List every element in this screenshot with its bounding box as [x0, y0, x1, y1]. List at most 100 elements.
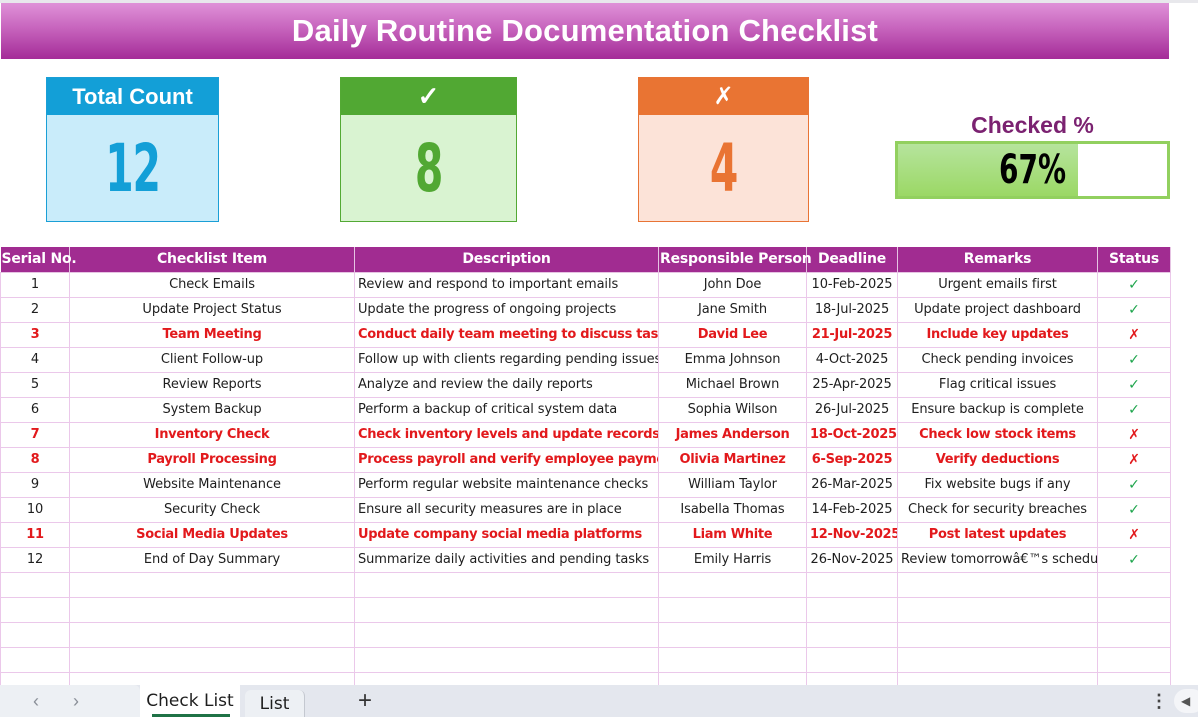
- empty-cell[interactable]: [658, 596, 807, 623]
- cell-item[interactable]: Team Meeting: [69, 321, 355, 348]
- cell-serial[interactable]: 12: [0, 546, 70, 573]
- cell-person[interactable]: Michael Brown: [658, 371, 807, 398]
- cell-item[interactable]: Website Maintenance: [69, 471, 355, 498]
- cell-serial[interactable]: 4: [0, 346, 70, 373]
- prev-sheet-icon[interactable]: ‹: [26, 691, 46, 711]
- cell-item[interactable]: Inventory Check: [69, 421, 355, 448]
- column-header-item[interactable]: Checklist Item: [69, 247, 355, 273]
- cell-serial[interactable]: 9: [0, 471, 70, 498]
- cross-status-icon[interactable]: ✗: [1097, 321, 1171, 348]
- empty-cell[interactable]: [1097, 596, 1171, 623]
- cell-deadline[interactable]: 21-Jul-2025: [806, 321, 898, 348]
- empty-cell[interactable]: [354, 571, 659, 598]
- cell-item[interactable]: Security Check: [69, 496, 355, 523]
- cross-status-icon[interactable]: ✗: [1097, 421, 1171, 448]
- cell-person[interactable]: William Taylor: [658, 471, 807, 498]
- check-status-icon[interactable]: ✓: [1097, 271, 1171, 298]
- check-status-icon[interactable]: ✓: [1097, 296, 1171, 323]
- cell-description[interactable]: Check inventory levels and update record…: [354, 421, 659, 448]
- empty-cell[interactable]: [658, 621, 807, 648]
- column-header-deadline[interactable]: Deadline: [806, 247, 898, 273]
- empty-cell[interactable]: [658, 646, 807, 673]
- cell-deadline[interactable]: 26-Nov-2025: [806, 546, 898, 573]
- cell-item[interactable]: System Backup: [69, 396, 355, 423]
- cell-item[interactable]: Update Project Status: [69, 296, 355, 323]
- empty-cell[interactable]: [1097, 646, 1171, 673]
- cell-item[interactable]: Client Follow-up: [69, 346, 355, 373]
- empty-cell[interactable]: [658, 571, 807, 598]
- next-sheet-icon[interactable]: ›: [66, 691, 86, 711]
- cell-description[interactable]: Perform a backup of critical system data: [354, 396, 659, 423]
- empty-cell[interactable]: [897, 621, 1098, 648]
- cell-deadline[interactable]: 18-Oct-2025: [806, 421, 898, 448]
- check-status-icon[interactable]: ✓: [1097, 496, 1171, 523]
- cell-person[interactable]: John Doe: [658, 271, 807, 298]
- cell-remarks[interactable]: Fix website bugs if any: [897, 471, 1098, 498]
- cell-remarks[interactable]: Review tomorrowâ€™s schedule: [897, 546, 1098, 573]
- cell-description[interactable]: Ensure all security measures are in plac…: [354, 496, 659, 523]
- empty-cell[interactable]: [1097, 621, 1171, 648]
- column-header-serial[interactable]: Serial No.: [0, 247, 77, 273]
- column-header-remarks[interactable]: Remarks: [897, 247, 1098, 273]
- empty-cell[interactable]: [897, 596, 1098, 623]
- scroll-left-icon[interactable]: ◀: [1174, 689, 1198, 713]
- sheet-tab-list[interactable]: List: [245, 690, 305, 717]
- cell-description[interactable]: Analyze and review the daily reports: [354, 371, 659, 398]
- cell-person[interactable]: Sophia Wilson: [658, 396, 807, 423]
- cell-serial[interactable]: 8: [0, 446, 70, 473]
- cell-serial[interactable]: 10: [0, 496, 70, 523]
- cell-deadline[interactable]: 18-Jul-2025: [806, 296, 898, 323]
- cell-serial[interactable]: 5: [0, 371, 70, 398]
- cell-remarks[interactable]: Urgent emails first: [897, 271, 1098, 298]
- more-options-icon[interactable]: ⋮: [1150, 691, 1168, 711]
- cell-description[interactable]: Process payroll and verify employee paym…: [354, 446, 659, 473]
- cell-person[interactable]: Olivia Martinez: [658, 446, 807, 473]
- cell-deadline[interactable]: 4-Oct-2025: [806, 346, 898, 373]
- column-header-person[interactable]: Responsible Person: [658, 247, 812, 273]
- cell-remarks[interactable]: Flag critical issues: [897, 371, 1098, 398]
- empty-cell[interactable]: [0, 621, 70, 648]
- empty-cell[interactable]: [897, 646, 1098, 673]
- empty-cell[interactable]: [69, 571, 355, 598]
- cell-remarks[interactable]: Post latest updates: [897, 521, 1098, 548]
- cell-item[interactable]: Review Reports: [69, 371, 355, 398]
- column-header-description[interactable]: Description: [354, 247, 659, 273]
- cell-deadline[interactable]: 26-Mar-2025: [806, 471, 898, 498]
- cell-remarks[interactable]: Check low stock items: [897, 421, 1098, 448]
- cell-remarks[interactable]: Ensure backup is complete: [897, 396, 1098, 423]
- cell-description[interactable]: Follow up with clients regarding pending…: [354, 346, 659, 373]
- add-sheet-icon[interactable]: +: [352, 688, 378, 714]
- empty-cell[interactable]: [806, 571, 898, 598]
- cell-remarks[interactable]: Update project dashboard: [897, 296, 1098, 323]
- empty-cell[interactable]: [0, 571, 70, 598]
- empty-cell[interactable]: [0, 646, 70, 673]
- cell-item[interactable]: Social Media Updates: [69, 521, 355, 548]
- empty-cell[interactable]: [354, 596, 659, 623]
- cell-description[interactable]: Update company social media platforms: [354, 521, 659, 548]
- cross-status-icon[interactable]: ✗: [1097, 521, 1171, 548]
- cell-description[interactable]: Update the progress of ongoing projects: [354, 296, 659, 323]
- cell-serial[interactable]: 3: [0, 321, 70, 348]
- cell-deadline[interactable]: 26-Jul-2025: [806, 396, 898, 423]
- cell-remarks[interactable]: Check for security breaches: [897, 496, 1098, 523]
- cell-person[interactable]: James Anderson: [658, 421, 807, 448]
- empty-cell[interactable]: [806, 596, 898, 623]
- cell-description[interactable]: Review and respond to important emails: [354, 271, 659, 298]
- cell-deadline[interactable]: 12-Nov-2025: [806, 521, 898, 548]
- empty-cell[interactable]: [354, 621, 659, 648]
- cell-deadline[interactable]: 25-Apr-2025: [806, 371, 898, 398]
- cell-person[interactable]: Jane Smith: [658, 296, 807, 323]
- cell-remarks[interactable]: Include key updates: [897, 321, 1098, 348]
- cell-person[interactable]: Emily Harris: [658, 546, 807, 573]
- cell-description[interactable]: Summarize daily activities and pending t…: [354, 546, 659, 573]
- cell-description[interactable]: Perform regular website maintenance chec…: [354, 471, 659, 498]
- check-status-icon[interactable]: ✓: [1097, 396, 1171, 423]
- column-header-status[interactable]: Status: [1097, 247, 1171, 273]
- cell-serial[interactable]: 11: [0, 521, 70, 548]
- cell-serial[interactable]: 6: [0, 396, 70, 423]
- cell-serial[interactable]: 7: [0, 421, 70, 448]
- check-status-icon[interactable]: ✓: [1097, 346, 1171, 373]
- cell-deadline[interactable]: 14-Feb-2025: [806, 496, 898, 523]
- empty-cell[interactable]: [806, 646, 898, 673]
- empty-cell[interactable]: [69, 621, 355, 648]
